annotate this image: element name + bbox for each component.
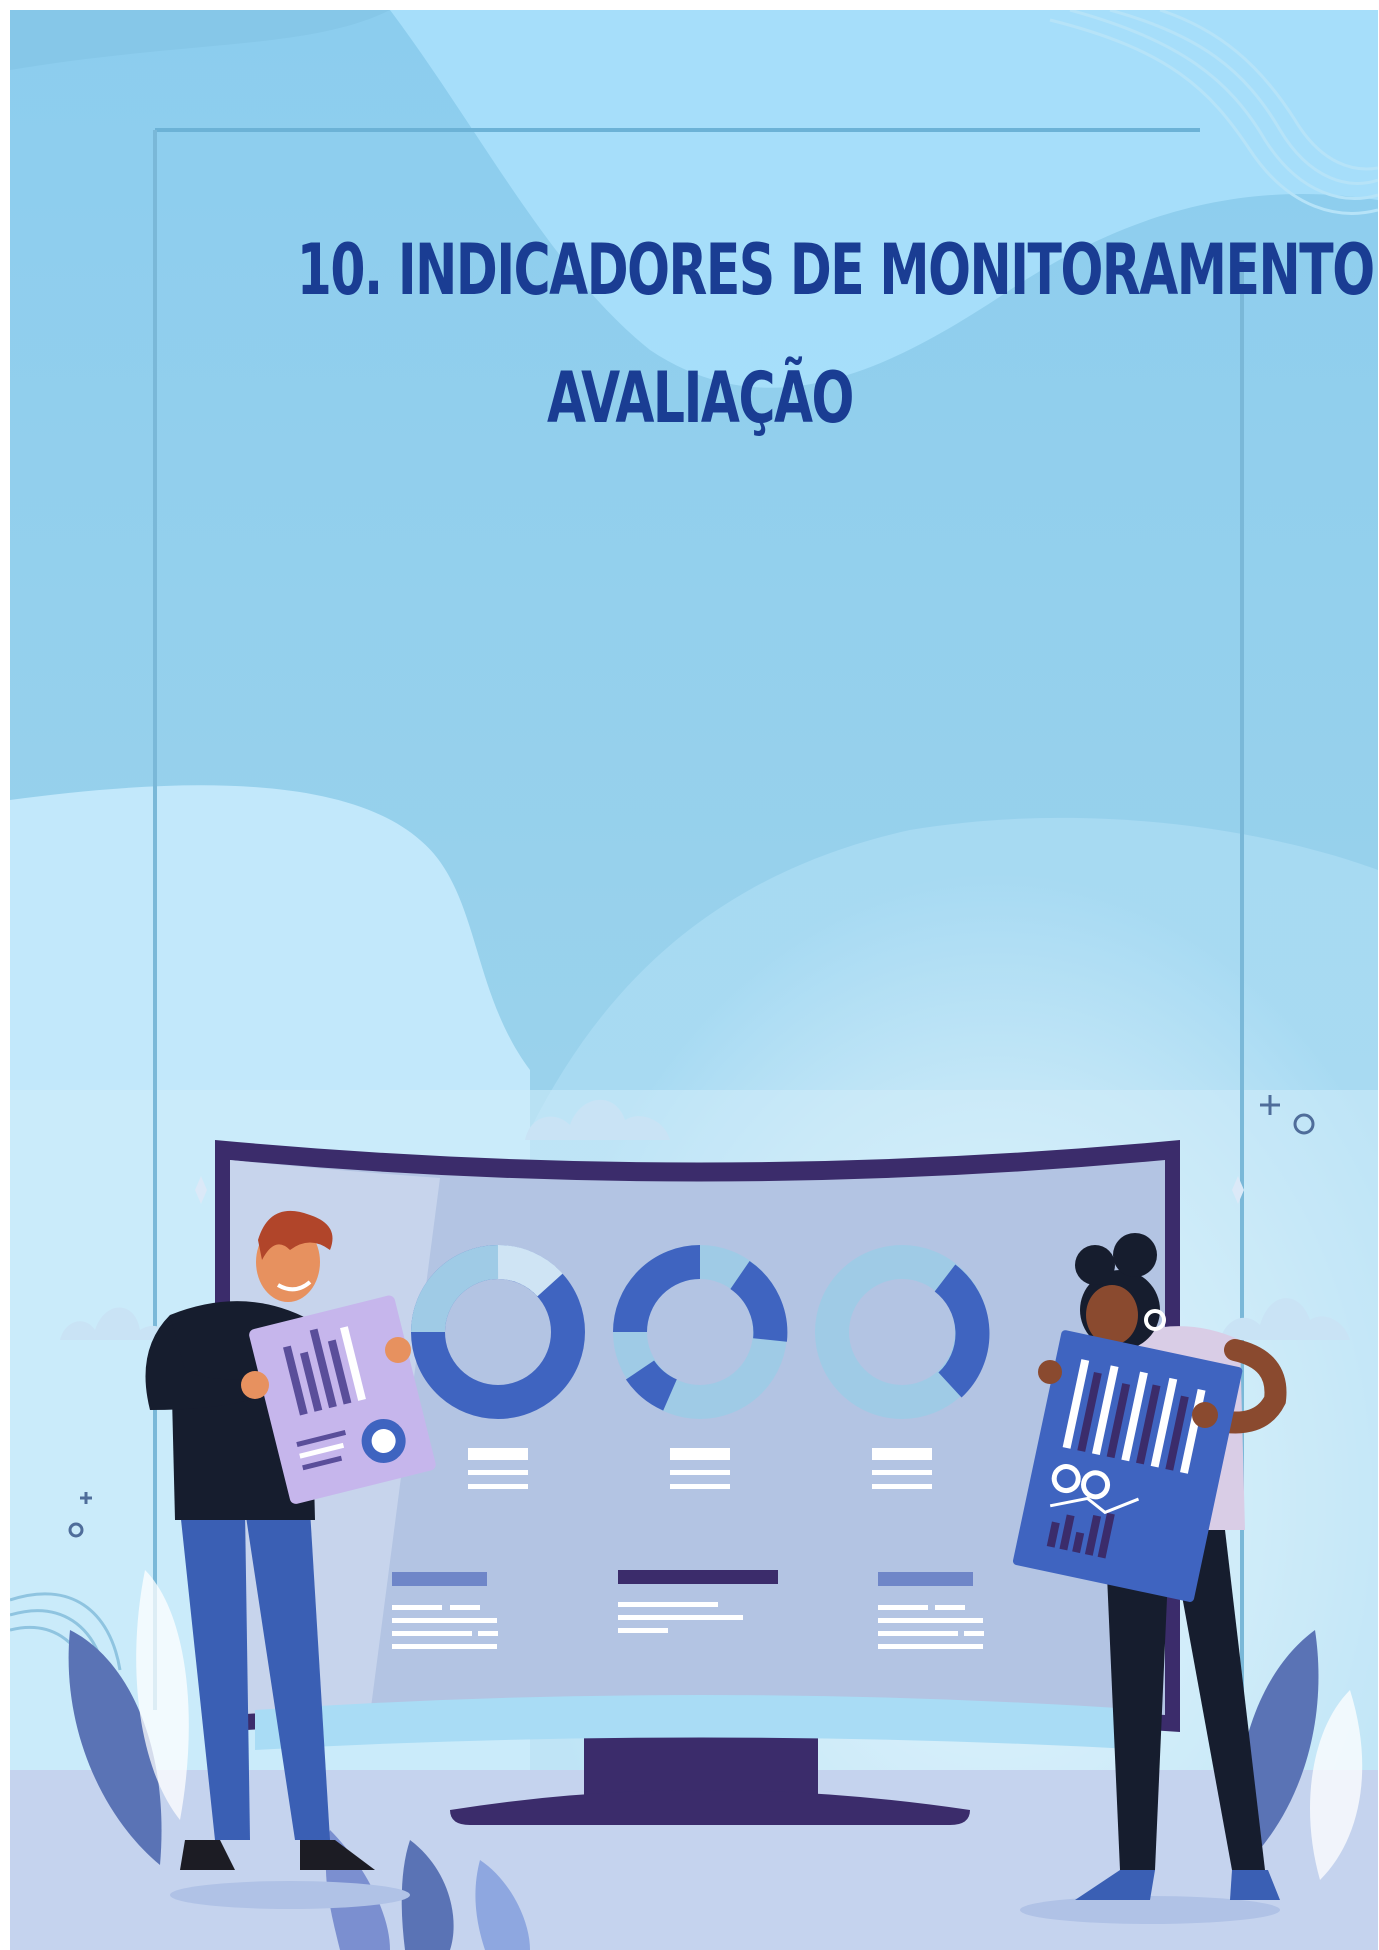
document-page: 10. INDICADORES DE MONITORAMENTO E AVALI… bbox=[10, 10, 1378, 1950]
monitoring-illustration bbox=[60, 1095, 1363, 1950]
